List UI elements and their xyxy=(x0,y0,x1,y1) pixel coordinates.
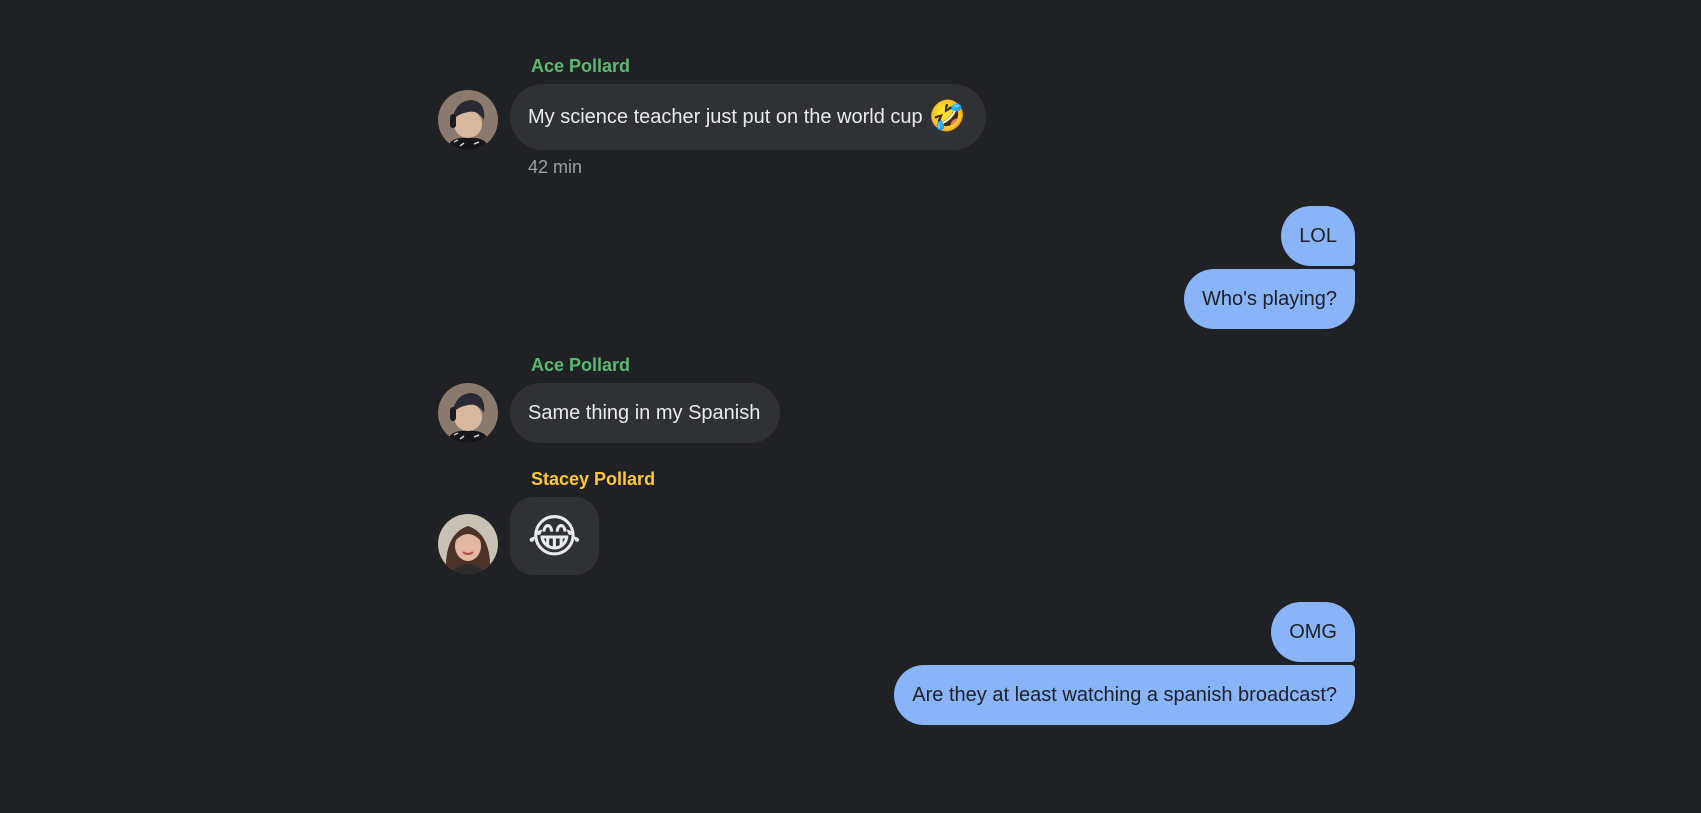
sender-name: Ace Pollard xyxy=(531,355,631,375)
message-text: OMG xyxy=(1289,620,1337,643)
sender-name: Ace Pollard xyxy=(531,56,631,76)
message-bubble[interactable]: My science teacher just put on the world… xyxy=(510,84,987,150)
avatar-ace-image xyxy=(438,90,498,150)
message-text: My science teacher just put on the world… xyxy=(528,106,923,128)
message-bubble[interactable]: Same thing in my Spanish xyxy=(510,383,781,443)
tears-of-joy-emoji-icon: 😂 xyxy=(527,510,582,562)
message-text: Who's playing? xyxy=(1202,287,1337,310)
outgoing-message-bubble[interactable]: LOL xyxy=(1281,206,1355,266)
message-bubble[interactable]: 😂 xyxy=(510,497,599,575)
outgoing-message-bubble[interactable]: Who's playing? xyxy=(1184,269,1355,329)
rolling-laughing-emoji-icon: 🤣 xyxy=(928,100,967,133)
message-text: Are they at least watching a spanish bro… xyxy=(912,683,1337,706)
outgoing-message-bubble[interactable]: OMG xyxy=(1271,602,1355,662)
message-thread: Ace Pollard My science teacher just put … xyxy=(0,0,1701,813)
avatar-stacey-image xyxy=(438,514,498,574)
avatar-stacey[interactable] xyxy=(438,514,498,574)
message-text: LOL xyxy=(1299,224,1337,247)
avatar-ace-image xyxy=(438,383,498,443)
message-timestamp: 42 min xyxy=(528,157,583,177)
avatar-ace[interactable] xyxy=(438,90,498,150)
sender-name: Stacey Pollard xyxy=(531,469,656,489)
message-text: Same thing in my Spanish xyxy=(528,402,761,424)
avatar-ace[interactable] xyxy=(438,383,498,443)
outgoing-message-bubble[interactable]: Are they at least watching a spanish bro… xyxy=(894,665,1355,725)
